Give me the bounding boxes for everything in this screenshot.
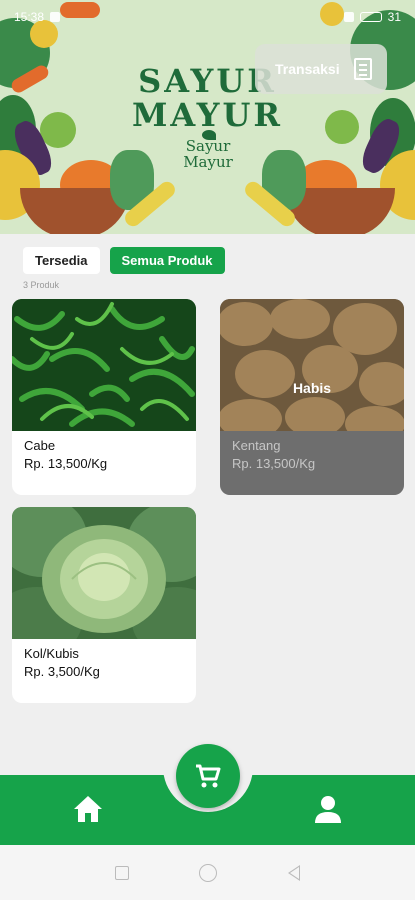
product-card[interactable]: Cabe Rp. 13,500/Kg (12, 299, 196, 495)
recent-apps-icon[interactable] (115, 865, 130, 880)
leaf-icon (202, 130, 216, 140)
transaksi-button[interactable]: Transaksi (255, 44, 387, 94)
brand-title-line2: MAYUR (132, 96, 283, 134)
soldout-label: Habis (292, 380, 332, 396)
product-image-cabbage (12, 507, 196, 639)
filter-tabs: Tersedia Semua Produk (23, 247, 225, 274)
product-card[interactable]: Kentang Rp. 13,500/Kg Habis (220, 299, 404, 495)
home-icon (74, 796, 102, 822)
home-system-icon[interactable] (199, 863, 218, 882)
cart-icon (196, 764, 221, 788)
logo-text-line1: Sayur (185, 137, 231, 155)
product-price: Rp. 3,500/Kg (24, 664, 100, 679)
brand-logo: Sayur Mayur (178, 130, 238, 182)
profile-button[interactable] (313, 794, 343, 824)
product-price: Rp. 13,500/Kg (24, 456, 108, 471)
product-count: 3 Produk (23, 280, 60, 290)
cart-button[interactable] (176, 744, 240, 808)
product-name: Kol/Kubis (24, 646, 79, 661)
product-image-chili (12, 299, 196, 431)
notification-icon (50, 12, 61, 22)
logo-text-line2: Mayur (183, 153, 233, 171)
battery-level: 31 (387, 10, 401, 24)
chili-illustration (12, 299, 196, 431)
battery-icon (359, 12, 382, 22)
person-icon (315, 796, 341, 823)
system-navigation-bar (0, 845, 415, 900)
soldout-overlay: Habis (220, 299, 404, 495)
signal-icon (343, 12, 354, 22)
cabbage-illustration (12, 507, 196, 639)
transaksi-label: Transaksi (275, 61, 340, 77)
status-time: 15:38 (14, 10, 45, 24)
tab-tersedia[interactable]: Tersedia (23, 247, 100, 274)
tab-semua-produk[interactable]: Semua Produk (109, 247, 225, 274)
product-card[interactable]: Kol/Kubis Rp. 3,500/Kg (12, 507, 196, 703)
receipt-icon (353, 58, 372, 80)
header-banner: SAYUR MAYUR Sayur Mayur (0, 0, 415, 234)
home-button[interactable] (72, 794, 104, 824)
product-name: Cabe (24, 438, 56, 453)
back-icon[interactable] (287, 864, 300, 881)
status-bar: 15:38 31 (0, 0, 415, 34)
